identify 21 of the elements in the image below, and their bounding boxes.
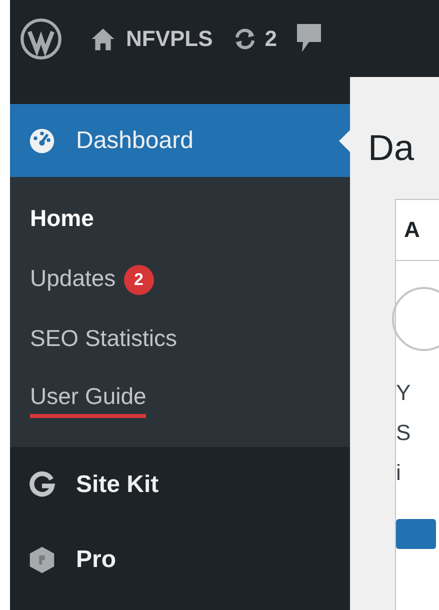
comment-icon[interactable] (297, 24, 322, 54)
card-title: A (404, 217, 420, 243)
page-heading: Da (368, 127, 416, 169)
updates-count[interactable]: 2 (264, 26, 278, 52)
submenu-link[interactable]: Updates (30, 264, 116, 296)
menu-item[interactable]: Site Kit (10, 447, 350, 522)
count-badge: 2 (124, 265, 154, 295)
dashboard-gauge-icon (28, 126, 56, 154)
wordpress-logo-icon[interactable] (20, 18, 62, 60)
menu-item[interactable]: Dashboard (10, 104, 350, 177)
card-text: S (396, 419, 412, 447)
card-text: Y (396, 379, 412, 407)
menu-item[interactable]: Pro (10, 522, 350, 597)
site-name-link[interactable]: NFVPLS (126, 26, 213, 52)
hexagon-icon (28, 546, 56, 574)
submenu-link[interactable]: User Guide (30, 382, 146, 418)
card-text: i (396, 459, 402, 487)
submenu-link[interactable]: SEO Statistics (30, 324, 177, 356)
submenu-link[interactable]: Home (30, 204, 94, 236)
refresh-icon[interactable] (232, 26, 257, 50)
g-letter-icon (28, 470, 56, 498)
